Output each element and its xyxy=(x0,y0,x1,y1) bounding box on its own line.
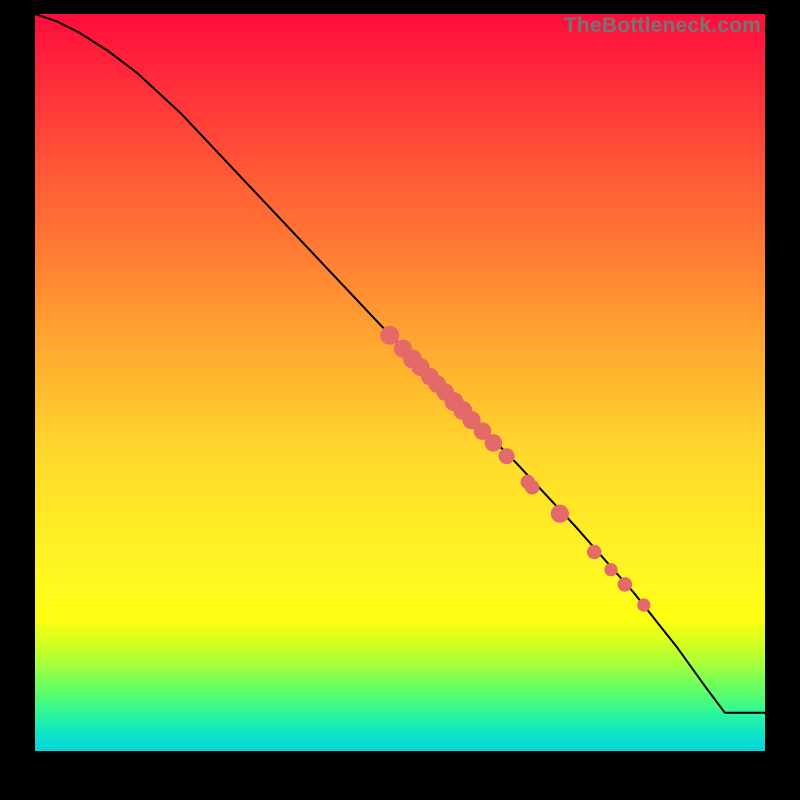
data-point xyxy=(637,599,650,612)
chart-overlay xyxy=(35,14,765,751)
chart-frame: TheBottleneck.com xyxy=(0,0,800,800)
points-group xyxy=(380,326,650,612)
data-point xyxy=(380,326,399,345)
data-point xyxy=(525,480,540,495)
data-point xyxy=(618,577,633,592)
data-point xyxy=(551,505,569,523)
data-point xyxy=(587,545,602,560)
curve-path xyxy=(35,14,765,713)
data-point xyxy=(499,448,515,464)
data-point xyxy=(604,563,617,576)
data-point xyxy=(485,434,503,452)
plot-area: TheBottleneck.com xyxy=(35,14,765,751)
